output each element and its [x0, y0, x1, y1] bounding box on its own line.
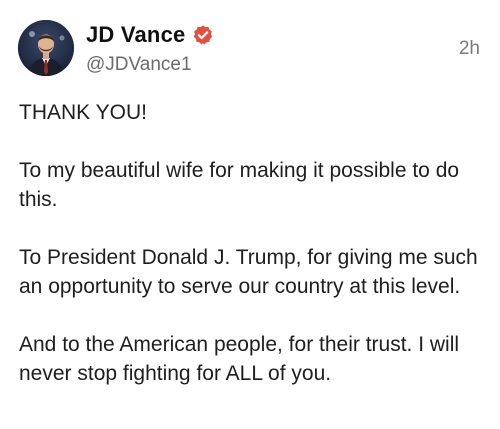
post-card: JD Vance @JDVance1 2h THANK YOU! To my b…: [0, 0, 500, 429]
display-name-row: JD Vance: [86, 20, 214, 50]
post-paragraph: To my beautiful wife for making it possi…: [19, 159, 465, 211]
post-body: THANK YOU! To my beautiful wife for maki…: [19, 98, 484, 388]
post-paragraph: To President Donald J. Trump, for giving…: [19, 246, 484, 298]
avatar[interactable]: [18, 20, 74, 76]
post-header: JD Vance @JDVance1 2h: [18, 18, 482, 78]
post-timestamp[interactable]: 2h: [459, 38, 480, 60]
post-paragraph: THANK YOU!: [19, 101, 147, 124]
avatar-image: [18, 20, 74, 76]
author-handle[interactable]: @JDVance1: [86, 54, 214, 76]
verified-badge-icon: [192, 24, 214, 46]
author-info: JD Vance @JDVance1: [86, 20, 214, 76]
display-name[interactable]: JD Vance: [86, 22, 185, 48]
post-paragraph: And to the American people, for their tr…: [19, 333, 465, 385]
